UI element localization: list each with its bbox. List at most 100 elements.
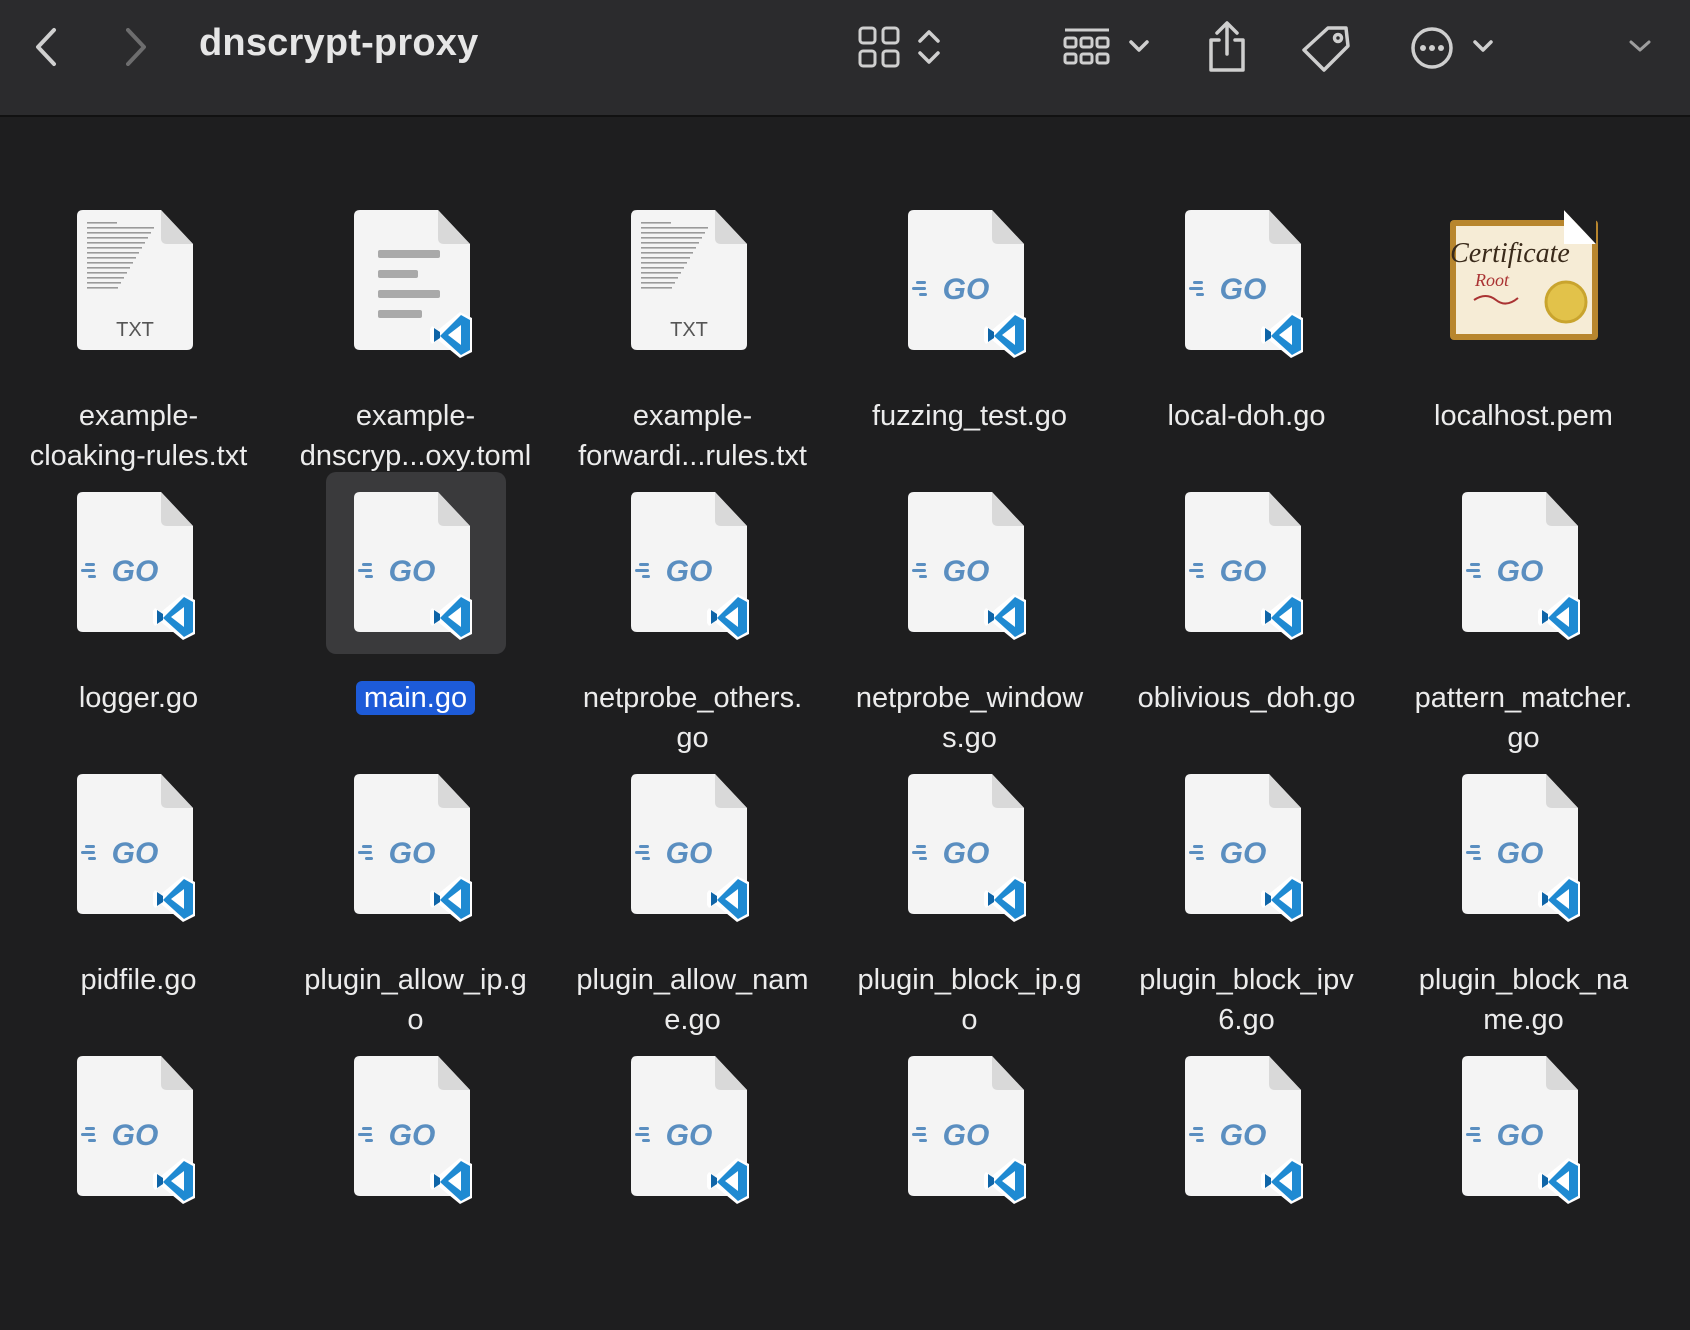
file-item[interactable]: example- dnscryp...oxy.toml [277, 202, 554, 484]
window-title: dnscrypt-proxy [199, 22, 479, 64]
svg-text:GO: GO [1220, 555, 1267, 588]
file-icon-wrap: GO [892, 484, 1047, 648]
chevron-down-icon[interactable] [1472, 38, 1494, 54]
file-item[interactable]: GO [554, 1048, 831, 1330]
svg-text:Root: Root [1474, 270, 1510, 290]
file-label: plugin_block_na me.go [1389, 960, 1658, 1040]
go-file-icon: GO [77, 774, 195, 922]
go-file-icon: GO [77, 492, 195, 640]
file-name: plugin_block_ip.g o [857, 964, 1082, 1036]
back-icon[interactable] [32, 24, 62, 70]
file-icon-wrap: GO [61, 766, 216, 930]
file-icon-wrap: GO [615, 484, 770, 648]
file-icon-wrap [338, 202, 493, 366]
file-item[interactable]: GO plugin_block_ip.g o [831, 766, 1108, 1048]
file-item[interactable]: GO [1385, 1048, 1662, 1330]
file-item[interactable]: GO plugin_block_na me.go [1385, 766, 1662, 1048]
file-item[interactable]: GO plugin_allow_nam e.go [554, 766, 831, 1048]
file-label: example- dnscryp...oxy.toml [281, 396, 550, 476]
file-name: fuzzing_test.go [871, 400, 1068, 432]
file-name: plugin_allow_nam e.go [576, 964, 809, 1036]
more-icon[interactable] [1410, 26, 1454, 70]
file-item[interactable]: GO oblivious_doh.go [1108, 484, 1385, 766]
go-file-icon: GO [1462, 774, 1580, 922]
file-item[interactable]: GO [1108, 1048, 1385, 1330]
file-icon-wrap: GO [1446, 766, 1601, 930]
file-item[interactable]: GO netprobe_window s.go [831, 484, 1108, 766]
file-label: logger.go [4, 678, 273, 718]
file-label: netprobe_others. go [558, 678, 827, 758]
tag-icon[interactable] [1300, 24, 1352, 74]
file-label: netprobe_window s.go [835, 678, 1104, 758]
svg-text:GO: GO [666, 555, 713, 588]
forward-icon[interactable] [120, 24, 150, 70]
file-label: pidfile.go [4, 960, 273, 1000]
go-file-icon: GO [908, 210, 1026, 358]
file-name: example- cloaking-rules.txt [29, 400, 248, 472]
svg-text:GO: GO [943, 273, 990, 306]
file-icon-wrap: GO [338, 766, 493, 930]
chevron-down-icon[interactable] [1128, 38, 1150, 54]
file-item[interactable]: TXT example- forwardi...rules.txt [554, 202, 831, 484]
file-label: main.go [281, 678, 550, 718]
svg-text:Certificate: Certificate [1450, 238, 1570, 269]
file-icon-wrap: GO [615, 766, 770, 930]
go-file-icon: GO [1185, 210, 1303, 358]
file-item[interactable]: GO local-doh.go [1108, 202, 1385, 484]
file-item[interactable]: GO [831, 1048, 1108, 1330]
file-item[interactable]: GO logger.go [0, 484, 277, 766]
file-name: pattern_matcher. go [1414, 682, 1633, 754]
go-file-icon: GO [354, 774, 472, 922]
svg-text:GO: GO [1497, 1119, 1544, 1152]
svg-text:GO: GO [1497, 837, 1544, 870]
file-item[interactable]: GO plugin_allow_ip.g o [277, 766, 554, 1048]
file-label: plugin_block_ip.g o [835, 960, 1104, 1040]
file-item[interactable]: GO fuzzing_test.go [831, 202, 1108, 484]
svg-text:GO: GO [389, 837, 436, 870]
file-item[interactable]: GO pattern_matcher. go [1385, 484, 1662, 766]
file-icon-wrap: GO [61, 1048, 216, 1212]
file-name: oblivious_doh.go [1137, 682, 1356, 714]
file-name: localhost.pem [1434, 400, 1613, 432]
file-label: plugin_allow_ip.g o [281, 960, 550, 1040]
go-file-icon: GO [354, 1056, 472, 1204]
file-name: netprobe_others. go [582, 682, 803, 754]
file-name: example- forwardi...rules.txt [578, 400, 807, 472]
file-icon-wrap: TXT [615, 202, 770, 366]
file-item[interactable]: GO pidfile.go [0, 766, 277, 1048]
grid-view-icon[interactable] [858, 26, 900, 68]
file-item[interactable]: Certificate Root localhost.pem [1385, 202, 1662, 484]
sort-chevron-icon[interactable] [915, 26, 943, 68]
svg-text:GO: GO [943, 837, 990, 870]
text-file-icon: TXT [631, 210, 747, 350]
file-icon-wrap: Certificate Root [1446, 202, 1601, 366]
svg-text:GO: GO [112, 555, 159, 588]
group-icon[interactable] [1063, 26, 1111, 68]
file-icon-wrap: GO [1169, 766, 1324, 930]
file-item[interactable]: TXT example- cloaking-rules.txt [0, 202, 277, 484]
chevron-down-icon[interactable] [1628, 38, 1652, 54]
file-item[interactable]: GO [0, 1048, 277, 1330]
file-item[interactable]: GO [277, 1048, 554, 1330]
go-file-icon: GO [354, 492, 472, 640]
file-icon-wrap: TXT [61, 202, 216, 366]
file-icon-wrap: GO [1169, 202, 1324, 366]
file-grid: GOestimators.goTXTexample-allowed- ips.t… [0, 0, 1690, 1204]
file-item[interactable]: GO main.go [277, 472, 554, 766]
go-file-icon: GO [631, 1056, 749, 1204]
share-icon[interactable] [1205, 20, 1249, 74]
file-name: plugin_allow_ip.g o [304, 964, 527, 1036]
file-name: example- dnscryp...oxy.toml [299, 400, 532, 472]
file-icon-wrap: GO [1169, 484, 1324, 648]
svg-text:GO: GO [1497, 555, 1544, 588]
file-item[interactable]: GO netprobe_others. go [554, 484, 831, 766]
go-file-icon: GO [1462, 1056, 1580, 1204]
file-label: oblivious_doh.go [1112, 678, 1381, 718]
toolbar: dnscrypt-proxy [0, 0, 1690, 117]
go-file-icon: GO [77, 1056, 195, 1204]
svg-text:TXT: TXT [670, 319, 708, 341]
file-name: logger.go [78, 682, 199, 714]
file-item[interactable]: GO plugin_block_ipv 6.go [1108, 766, 1385, 1048]
svg-text:GO: GO [389, 1119, 436, 1152]
file-icon-wrap: GO [892, 1048, 1047, 1212]
